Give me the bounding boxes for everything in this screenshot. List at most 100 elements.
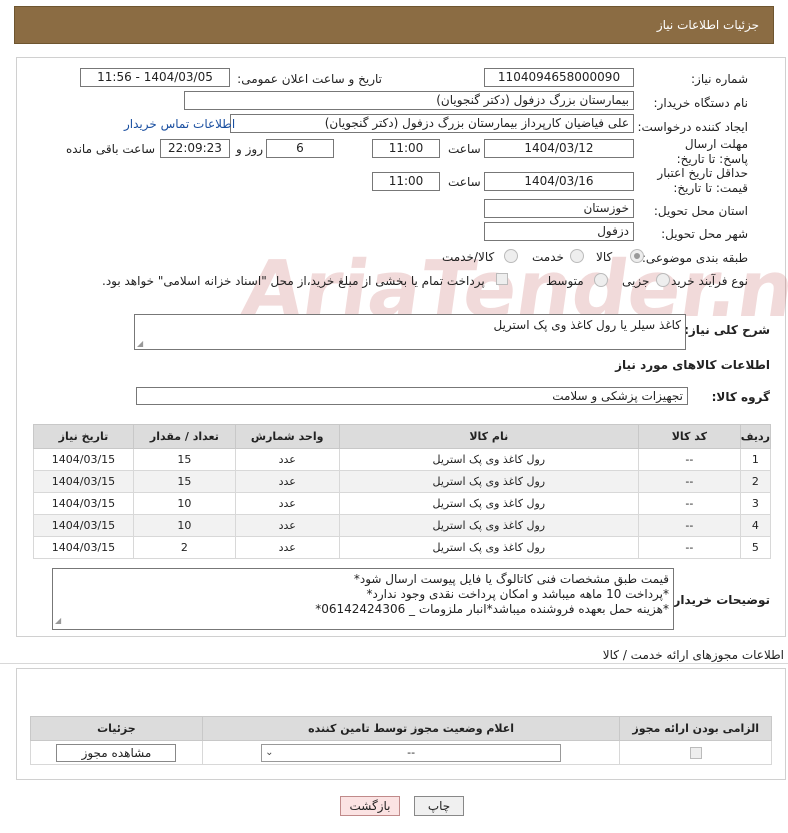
col-license-details: جزئیات (30, 716, 203, 741)
cell-unit: عدد (234, 492, 340, 515)
items-table-header: ردیف کد کالا نام کالا واحد شمارش تعداد /… (33, 424, 772, 449)
process-option-minor: جزیی (622, 274, 650, 288)
validity-date-field: 1404/03/16 (484, 172, 634, 191)
cell-row-number: 2 (739, 470, 772, 493)
buyer-notes-line: *هزینه حمل بعهده فروشنده میباشد*انبار مل… (315, 602, 669, 616)
cell-item-code: -- (637, 492, 741, 515)
summary-textarea[interactable]: کاغذ سیلر یا رول کاغذ وی پک استریل ◢ (134, 314, 686, 350)
cell-unit: عدد (234, 448, 340, 471)
announce-label: تاریخ و ساعت اعلان عمومی: (237, 72, 382, 86)
col-unit: واحد شمارش (234, 424, 340, 449)
treasury-payment-note: پرداخت تمام یا بخشی از مبلغ خرید،از محل … (102, 274, 485, 288)
view-license-button[interactable]: مشاهده مجوز (56, 743, 177, 762)
cell-quantity: 15 (132, 470, 236, 493)
category-label: طبقه بندی موضوعی: (641, 251, 748, 265)
cell-license-required (619, 740, 772, 765)
buyer-org-field: بیمارستان بزرگ دزفول (دکتر گنجویان) (184, 91, 634, 110)
cell-row-number: 1 (739, 448, 772, 471)
category-radio-service[interactable] (570, 249, 584, 263)
deadline-label: مهلت ارسال پاسخ: تا تاریخ: (676, 137, 748, 166)
buyer-notes-line: *پرداخت 10 ماهه میباشد و امکان پرداخت نق… (366, 587, 669, 601)
city-field: دزفول (484, 222, 634, 241)
page-header: جزئیات اطلاعات نیاز (14, 6, 774, 44)
goods-info-title: اطلاعات کالاهای مورد نیاز (615, 358, 770, 372)
license-required-checkbox[interactable] (689, 747, 702, 759)
deadline-date-field: 1404/03/12 (484, 139, 634, 158)
page-title: جزئیات اطلاعات نیاز (656, 18, 759, 32)
contact-buyer-link[interactable]: اطلاعات تماس خریدار (124, 117, 235, 131)
cell-license-details: مشاهده مجوز (30, 740, 203, 765)
creator-label: ایجاد کننده درخواست: (637, 120, 748, 134)
cell-license-status: -- ⌄ (201, 740, 621, 765)
cell-quantity: 15 (132, 448, 236, 471)
cell-need-date: 1404/03/15 (33, 536, 134, 559)
process-option-medium: متوسط (546, 274, 584, 288)
resize-grip-icon[interactable]: ◢ (55, 613, 61, 628)
process-radio-medium[interactable] (594, 273, 608, 287)
cell-item-code: -- (637, 448, 741, 471)
days-label: روز و (236, 142, 263, 156)
license-table-header: الزامی بودن ارائه مجوز اعلام وضعیت مجوز … (30, 716, 772, 741)
validity-label: حداقل تاریخ اعتبار قیمت: تا تاریخ: (657, 166, 748, 195)
back-button[interactable]: بازگشت (340, 796, 400, 816)
cell-row-number: 5 (739, 536, 772, 559)
validity-time-field: 11:00 (372, 172, 440, 191)
province-label: استان محل تحویل: (653, 204, 748, 218)
chevron-down-icon: ⌄ (265, 746, 274, 758)
cell-item-name: رول کاغذ وی پک استریل (338, 470, 639, 493)
cell-item-name: رول کاغذ وی پک استریل (338, 492, 639, 515)
buyer-notes-label: توضیحات خریدار: (668, 593, 770, 607)
cell-need-date: 1404/03/15 (33, 448, 134, 471)
goods-group-label: گروه کالا: (711, 390, 770, 404)
items-table: ردیف کد کالا نام کالا واحد شمارش تعداد /… (33, 424, 772, 559)
category-option-goods-service: کالا/خدمت (442, 250, 495, 264)
cell-unit: عدد (234, 514, 340, 537)
need-number-field: 1104094658000090 (484, 68, 634, 87)
cell-unit: عدد (234, 470, 340, 493)
summary-label: شرح کلی نیاز: (684, 323, 770, 337)
license-divider (0, 663, 788, 664)
cell-unit: عدد (234, 536, 340, 559)
summary-text: کاغذ سیلر یا رول کاغذ وی پک استریل (493, 318, 682, 332)
deadline-time-field: 11:00 (372, 139, 440, 158)
goods-group-field: تجهیزات پزشکی و سلامت (136, 387, 688, 405)
announce-field: 1404/03/05 - 11:56 (80, 68, 230, 87)
cell-need-date: 1404/03/15 (33, 470, 134, 493)
license-status-select[interactable]: -- ⌄ (261, 743, 562, 762)
cell-quantity: 10 (132, 514, 236, 537)
col-license-required: الزامی بودن ارائه مجوز (619, 716, 772, 741)
province-field: خوزستان (484, 199, 634, 218)
category-option-goods: کالا (596, 250, 613, 264)
category-radio-goods-service[interactable] (504, 249, 518, 263)
validity-time-label: ساعت (448, 175, 481, 189)
cell-quantity: 2 (132, 536, 236, 559)
cell-row-number: 4 (739, 514, 772, 537)
cell-row-number: 3 (739, 492, 772, 515)
table-row: 5 -- رول کاغذ وی پک استریل عدد 2 1404/03… (33, 536, 772, 559)
license-status-value: -- (407, 745, 416, 759)
table-row: 2 -- رول کاغذ وی پک استریل عدد 15 1404/0… (33, 470, 772, 493)
cell-item-name: رول کاغذ وی پک استریل (338, 448, 639, 471)
deadline-time-label: ساعت (448, 142, 481, 156)
buyer-notes-textarea[interactable]: قیمت طبق مشخصات فنی کاتالوگ یا فایل پیوس… (52, 568, 674, 630)
cell-item-code: -- (637, 536, 741, 559)
process-label: نوع فرآیند خرید : (663, 274, 748, 288)
process-radio-minor[interactable] (656, 273, 670, 287)
cell-need-date: 1404/03/15 (33, 492, 134, 515)
col-item-name: نام کالا (338, 424, 639, 449)
days-remaining-field: 6 (266, 139, 334, 158)
print-button[interactable]: چاپ (414, 796, 464, 816)
creator-field: علی فیاضیان کارپرداز بیمارستان بزرگ دزفو… (230, 114, 634, 133)
category-option-service: خدمت (532, 250, 564, 264)
cell-item-code: -- (637, 470, 741, 493)
city-label: شهر محل تحویل: (661, 227, 748, 241)
cell-item-code: -- (637, 514, 741, 537)
cell-need-date: 1404/03/15 (33, 514, 134, 537)
need-number-label: شماره نیاز: (691, 72, 748, 86)
buyer-org-label: نام دستگاه خریدار: (653, 96, 749, 110)
category-radio-goods[interactable] (630, 249, 644, 263)
buyer-notes-line: قیمت طبق مشخصات فنی کاتالوگ یا فایل پیوس… (353, 572, 669, 586)
resize-grip-icon[interactable]: ◢ (137, 339, 143, 348)
table-row: 1 -- رول کاغذ وی پک استریل عدد 15 1404/0… (33, 448, 772, 471)
treasury-payment-checkbox[interactable] (496, 273, 508, 285)
